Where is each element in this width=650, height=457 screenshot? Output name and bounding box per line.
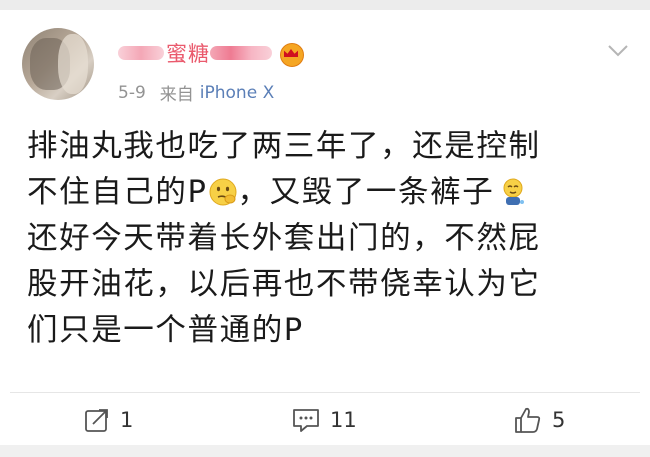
repost-button[interactable]: 1 <box>84 400 133 440</box>
comment-count: 11 <box>330 408 357 432</box>
repost-count: 1 <box>120 408 134 432</box>
chevron-down-icon[interactable] <box>608 44 628 58</box>
repost-icon <box>85 409 108 432</box>
like-button[interactable]: 5 <box>514 400 565 440</box>
like-count: 5 <box>552 408 566 432</box>
comment-icon <box>293 409 319 432</box>
username-text: 蜜糖 <box>166 42 210 66</box>
post-meta: 5-9 来自 iPhone X <box>118 80 274 106</box>
thumbs-up-icon <box>515 407 541 433</box>
post-source-prefix: 来自 <box>159 85 194 105</box>
username[interactable]: 蜜糖 <box>118 38 304 68</box>
bottom-strip <box>0 445 650 457</box>
divider <box>10 392 640 393</box>
top-strip <box>0 0 650 10</box>
post-body-line: 不住自己的P ，又毁了一条裤子 <box>27 170 637 216</box>
avatar-blur <box>58 34 88 94</box>
comment-button[interactable]: 11 <box>292 400 357 440</box>
post-body-line: 股开油花，以后再也不带侥幸认为它 <box>27 267 541 302</box>
post-timestamp: 5-9 <box>118 82 146 103</box>
username-redacted <box>118 46 164 60</box>
thinking-emoji-icon <box>208 175 238 206</box>
action-bar: 1 11 5 <box>0 400 650 440</box>
vip-crown-icon <box>280 41 304 67</box>
post-source-device[interactable]: iPhone X <box>200 83 274 103</box>
username-redacted <box>210 46 272 60</box>
post-body-line: 们只是一个普通的P <box>27 313 304 348</box>
avatar[interactable] <box>22 28 94 100</box>
post-body: 排油丸我也吃了两三年了，还是控制 不住自己的P ，又毁了一条裤子 还好今天带着长… <box>27 124 637 354</box>
post-body-line: 排油丸我也吃了两三年了，还是控制 <box>27 129 541 164</box>
crying-emoji-icon <box>498 175 528 205</box>
post-body-line: 还好今天带着长外套出门的，不然屁 <box>27 221 541 256</box>
